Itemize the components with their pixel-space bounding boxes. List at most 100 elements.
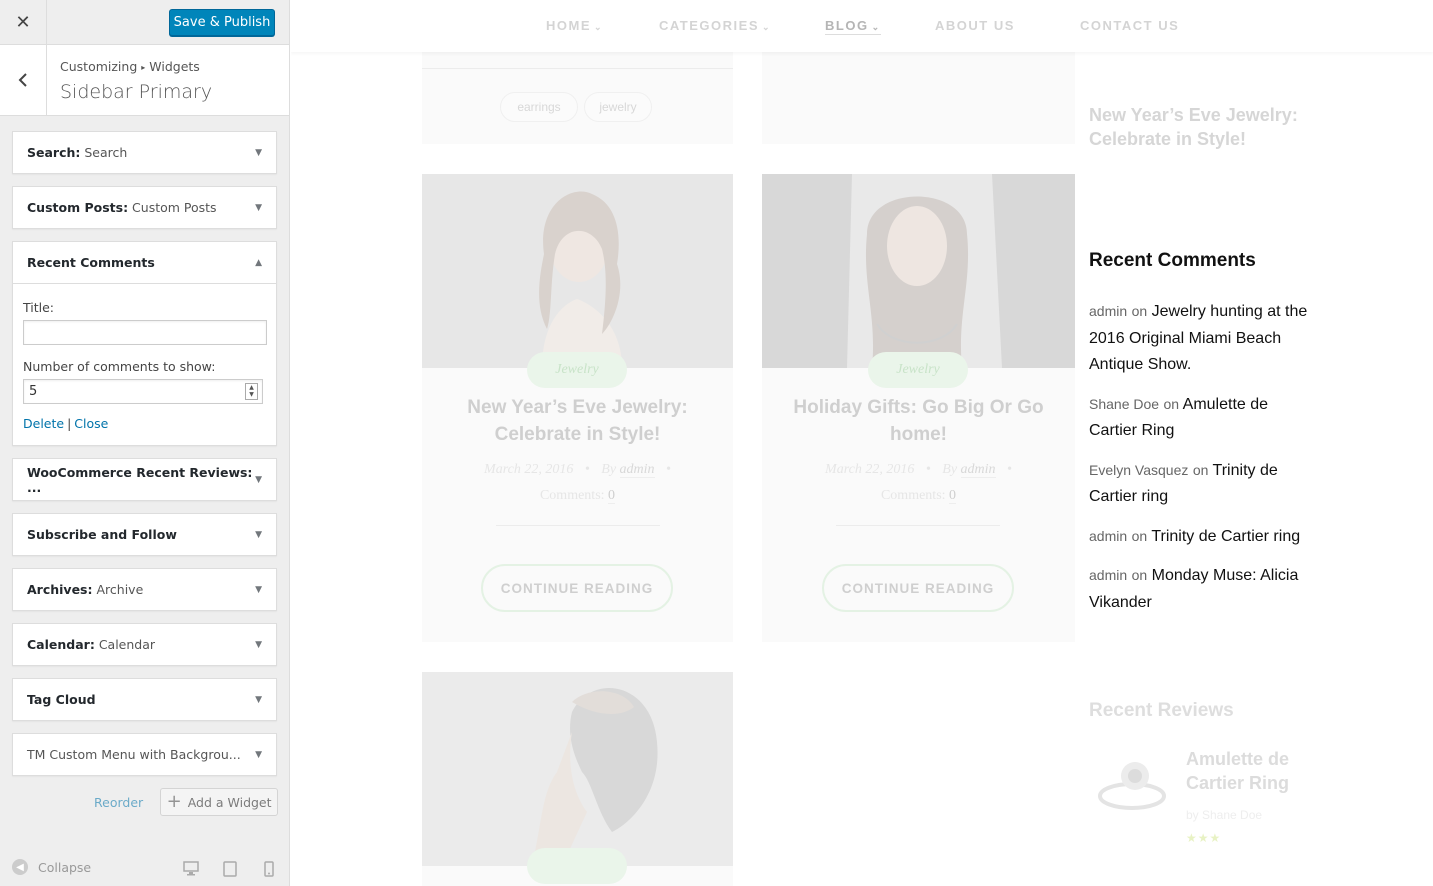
comment-on: on	[1192, 461, 1209, 478]
widget-title: Calendar	[27, 637, 90, 652]
comment-author: admin	[1089, 567, 1128, 583]
widget-custom-posts[interactable]: Custom Posts: Custom Posts ▼	[12, 186, 277, 229]
divider	[836, 525, 1000, 526]
number-input[interactable]: 5 ▲ ▼	[23, 379, 263, 404]
widget-tag-cloud[interactable]: Tag Cloud ▼	[12, 678, 277, 721]
post-author[interactable]: admin	[619, 462, 655, 478]
nav-item-categories[interactable]: CATEGORIES ⌄	[659, 18, 771, 33]
mobile-preview-icon[interactable]	[264, 861, 274, 877]
category-badge[interactable]: Jewelry	[868, 352, 968, 388]
comments-count[interactable]: 0	[608, 488, 616, 504]
post-meta: March 22, 2016 • By admin •	[484, 462, 671, 478]
post-card: Jewelry Holiday Gifts: Go Big Or Go home…	[762, 174, 1075, 642]
expand-arrow-icon[interactable]: ▼	[255, 148, 262, 158]
expand-arrow-icon[interactable]: ▼	[255, 475, 262, 485]
delete-link[interactable]: Delete	[23, 416, 64, 431]
nav-item-home[interactable]: HOME ⌄	[546, 18, 603, 33]
post-title[interactable]: Holiday Gifts: Go Big Or Go home!	[762, 394, 1075, 448]
widget-calendar[interactable]: Calendar: Calendar ▼	[12, 623, 277, 666]
breadcrumb-current: Widgets	[149, 59, 200, 74]
title-input[interactable]	[23, 320, 267, 345]
expand-arrow-icon[interactable]: ▼	[255, 203, 262, 213]
comment-on: on	[1163, 395, 1180, 412]
continue-reading-button[interactable]: CONTINUE READING	[822, 564, 1014, 612]
expand-arrow-icon[interactable]: ▼	[255, 695, 262, 705]
comment-on: on	[1131, 303, 1148, 319]
desktop-preview-icon[interactable]	[183, 861, 199, 876]
post-author[interactable]: admin	[960, 462, 996, 478]
widget-tm-custom-menu[interactable]: TM Custom Menu with Backgrou... ▼	[12, 733, 277, 776]
post-title[interactable]: New Year’s Eve Jewelry: Celebrate in Sty…	[422, 394, 733, 448]
recent-comments-heading: Recent Comments	[1089, 250, 1256, 271]
chevron-left-icon	[18, 73, 27, 87]
section-title: Sidebar Primary	[60, 81, 213, 103]
collapse-label[interactable]: Collapse	[38, 860, 91, 875]
nav-item-contact-us[interactable]: CONTACT US	[1080, 18, 1179, 33]
comment-author: admin	[1089, 303, 1128, 319]
widget-title: WooCommerce Recent Reviews: ...	[27, 464, 253, 495]
post-date: March 22, 2016	[484, 462, 574, 477]
widget-search[interactable]: Search: Search ▼	[12, 131, 277, 174]
sidebar-post-link[interactable]: New Year’s Eve Jewelry: Celebrate in Sty…	[1089, 103, 1329, 151]
widget-woocommerce-recent-reviews[interactable]: WooCommerce Recent Reviews: ... ▼	[12, 458, 277, 501]
tablet-preview-icon[interactable]	[223, 861, 237, 877]
number-spinner[interactable]: ▲ ▼	[245, 383, 258, 400]
collapse-icon[interactable]: ◀	[12, 859, 28, 875]
comment-on: on	[1131, 567, 1148, 583]
add-widget-button[interactable]: + Add a Widget	[160, 788, 278, 816]
widget-header[interactable]: WooCommerce Recent Reviews: ... ▼	[13, 459, 276, 500]
chevron-down-icon: ⌄	[762, 22, 772, 32]
collapse-arrow-icon[interactable]: ▲	[255, 258, 262, 268]
spinner-up-icon[interactable]: ▲	[246, 384, 257, 391]
widget-header[interactable]: Recent Comments ▲	[13, 242, 276, 284]
reorder-link[interactable]: Reorder	[94, 795, 143, 810]
widget-header[interactable]: Search: Search ▼	[13, 132, 276, 173]
continue-reading-button[interactable]: CONTINUE READING	[481, 564, 673, 612]
star-rating: ★★★	[1186, 831, 1222, 845]
post-image[interactable]	[422, 672, 733, 866]
expand-arrow-icon[interactable]: ▼	[255, 530, 262, 540]
widget-header[interactable]: Archives: Archive ▼	[13, 569, 276, 610]
widget-title: Tag Cloud	[27, 692, 96, 707]
review-product-title[interactable]: Amulette de Cartier Ring	[1186, 747, 1326, 795]
widget-header[interactable]: Subscribe and Follow ▼	[13, 514, 276, 555]
post-comments: Comments: 0	[422, 488, 733, 504]
woman-portrait-image	[422, 174, 733, 368]
close-icon: ✕	[15, 12, 31, 32]
tag-pill[interactable]: jewelry	[584, 92, 652, 122]
widget-recent-comments: Recent Comments ▲ Title: Number of comme…	[12, 241, 277, 446]
expand-arrow-icon[interactable]: ▼	[255, 585, 262, 595]
nav-item-about-us[interactable]: ABOUT US	[935, 18, 1015, 33]
breadcrumb-separator-icon: ▸	[141, 63, 146, 72]
expand-arrow-icon[interactable]: ▼	[255, 640, 262, 650]
widget-subscribe-follow[interactable]: Subscribe and Follow ▼	[12, 513, 277, 556]
close-customizer-button[interactable]: ✕	[0, 0, 47, 45]
post-image[interactable]	[422, 174, 733, 368]
save-publish-button[interactable]: Save & Publish	[169, 9, 275, 36]
nav-item-blog[interactable]: BLOG ⌄	[825, 18, 881, 35]
category-badge[interactable]	[527, 848, 627, 884]
widget-header[interactable]: Calendar: Calendar ▼	[13, 624, 276, 665]
ring-thumbnail-image[interactable]	[1097, 752, 1167, 817]
post-image[interactable]	[762, 174, 1075, 368]
post-comments: Comments: 0	[762, 488, 1075, 504]
category-badge[interactable]: Jewelry	[527, 352, 627, 388]
woman-headpiece-image	[422, 672, 733, 866]
nav-label: HOME	[546, 18, 591, 33]
widget-archives[interactable]: Archives: Archive ▼	[12, 568, 277, 611]
number-value: 5	[29, 384, 38, 399]
expand-arrow-icon[interactable]: ▼	[255, 750, 262, 760]
spinner-down-icon[interactable]: ▼	[246, 391, 257, 398]
widget-header[interactable]: Custom Posts: Custom Posts ▼	[13, 187, 276, 228]
widget-header[interactable]: TM Custom Menu with Backgrou... ▼	[13, 734, 276, 775]
widget-header[interactable]: Tag Cloud ▼	[13, 679, 276, 720]
comment-post-link[interactable]: Trinity de Cartier ring	[1151, 528, 1300, 545]
comments-label: Comments:	[539, 488, 605, 503]
close-link[interactable]: Close	[74, 416, 108, 431]
list-item: admin on Trinity de Cartier ring	[1089, 523, 1319, 551]
back-button[interactable]	[0, 45, 47, 115]
post-card	[422, 672, 733, 886]
comments-count[interactable]: 0	[949, 488, 957, 504]
tag-pill[interactable]: earrings	[500, 92, 578, 122]
post-card-top-right	[762, 52, 1075, 144]
